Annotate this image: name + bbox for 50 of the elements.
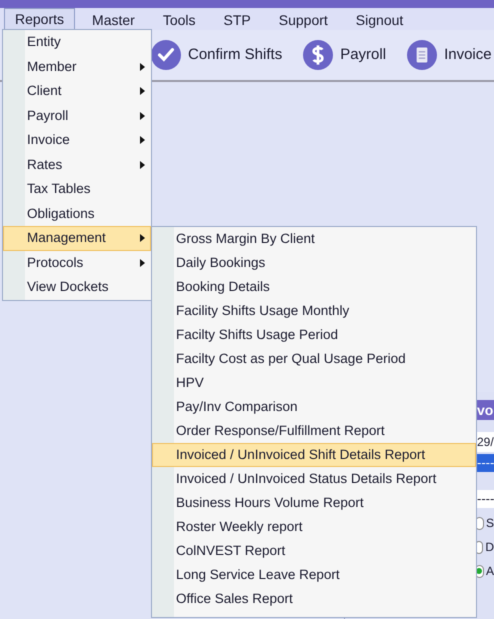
dropdown-field[interactable]: ----	[476, 454, 494, 472]
date-field[interactable]: 29/	[476, 432, 494, 452]
menu-item[interactable]: ColNVEST Report	[152, 539, 476, 563]
menu-item[interactable]: Facilty Cost as per Qual Usage Period	[152, 347, 476, 371]
menu-item[interactable]: Roster Weekly report	[152, 515, 476, 539]
menu-item[interactable]: Entity	[3, 30, 151, 54]
menu-item[interactable]: Tools	[152, 8, 207, 30]
submenu-arrow-icon	[140, 136, 145, 144]
menu-item[interactable]: Support	[268, 8, 339, 30]
submenu-arrow-icon	[140, 62, 145, 71]
menu-item[interactable]: Obligations	[3, 202, 151, 226]
submenu-arrow-icon	[140, 234, 145, 242]
menu-item[interactable]: Long Service Leave Report	[152, 563, 476, 587]
submenu-arrow-icon	[140, 112, 145, 120]
menu-item[interactable]: Tax Tables	[3, 177, 151, 202]
menu-item[interactable]: Invoice	[3, 128, 151, 152]
menu-item[interactable]: Booking Details	[152, 275, 476, 299]
menu-item[interactable]: Payroll	[3, 104, 151, 128]
toolbar-button[interactable]: Invoice	[444, 44, 492, 66]
menu-item[interactable]: Invoiced / UnInvoiced Shift Details Report	[152, 443, 476, 467]
menu-item[interactable]: Member	[3, 54, 151, 79]
clipboard-icon	[407, 40, 438, 70]
submenu-arrow-icon	[140, 87, 145, 96]
menu-item[interactable]: Order Response/Fulfillment Report	[152, 419, 476, 443]
toolbar-button[interactable]: Payroll	[340, 44, 386, 66]
menu-item[interactable]: Office Sales Report	[152, 587, 476, 611]
menu-item[interactable]: STP	[212, 8, 262, 30]
dropdown-field[interactable]: ----	[476, 490, 494, 508]
radio-label: S	[486, 515, 494, 532]
menu-item[interactable]: Facility Shifts Usage Monthly	[152, 299, 476, 323]
menu-item[interactable]: Facilty Shifts Usage Period	[152, 323, 476, 347]
menu-item[interactable]: Client	[3, 79, 151, 104]
menu-item[interactable]: Business Hours Volume Report	[152, 491, 476, 515]
dollar-icon	[303, 40, 334, 70]
menu-item[interactable]: HPV	[152, 371, 476, 395]
menu-item[interactable]: Rates	[3, 152, 151, 177]
menu-item[interactable]: Management	[3, 226, 151, 250]
menu-item[interactable]: Invoiced / UnInvoiced Status Details Report	[152, 467, 476, 491]
menu-item[interactable]: View Dockets	[3, 275, 151, 300]
menu-item[interactable]: Daily Bookings	[152, 251, 476, 275]
menu-item[interactable]: Reports	[4, 8, 76, 30]
submenu-arrow-icon	[140, 258, 145, 267]
toolbar-button[interactable]: Confirm Shifts	[188, 44, 282, 66]
menu-item[interactable]: Signout	[344, 8, 414, 30]
submenu-arrow-icon	[140, 160, 145, 169]
radio-label: A	[486, 563, 494, 580]
radio-label: D	[485, 539, 494, 556]
menu-item[interactable]: Gross Margin By Client	[152, 227, 476, 251]
menu-item[interactable]: Master	[81, 8, 146, 30]
menu-item[interactable]: Protocols	[3, 250, 151, 275]
